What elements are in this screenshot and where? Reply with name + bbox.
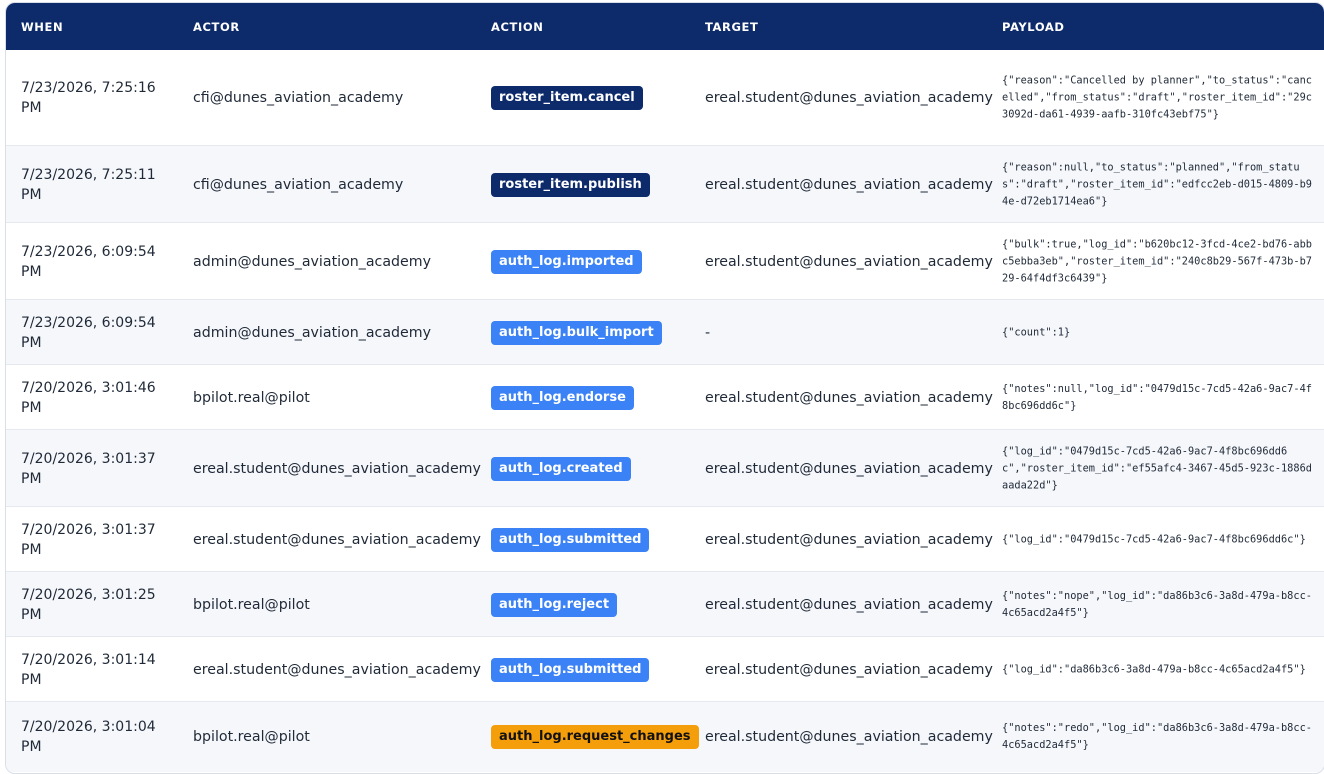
table-row[interactable]: 7/20/2026, 3:01:04 PM bpilot.real@pilot au… — [6, 701, 1324, 772]
column-header-payload[interactable]: PAYLOAD — [1002, 20, 1065, 34]
target-cell: ereal.student@dunes_aviation_academy — [705, 89, 993, 106]
table-row[interactable]: 7/23/2026, 6:09:54 PM admin@dunes_aviatio… — [6, 222, 1324, 300]
action-cell: auth_log.created — [491, 456, 631, 481]
target-cell: - — [705, 324, 711, 341]
action-cell: auth_log.endorse — [491, 385, 634, 410]
action-badge: auth_log.created — [491, 456, 631, 481]
action-cell: auth_log.bulk_import — [491, 320, 662, 345]
payload-cell: {"notes":"nope","log_id":"da86b3c6-3a8d-… — [1002, 589, 1312, 619]
action-cell: auth_log.imported — [491, 249, 642, 274]
actor-cell: cfi@dunes_aviation_academy — [193, 89, 404, 106]
action-cell: auth_log.request_changes — [491, 725, 699, 749]
when-cell: 7/23/2026, 7:25:16 PM — [21, 79, 156, 116]
action-cell: auth_log.submitted — [491, 657, 650, 682]
column-header-target[interactable]: TARGET — [705, 20, 758, 34]
action-cell: roster_item.cancel — [491, 85, 643, 110]
table-row[interactable]: 7/20/2026, 3:01:37 PM ereal.student@dunes… — [6, 429, 1324, 507]
payload-cell: {"notes":null,"log_id":"0479d15c-7cd5-42… — [1002, 382, 1312, 412]
when-cell: 7/20/2026, 3:01:46 PM — [21, 379, 156, 416]
table-row[interactable]: 7/23/2026, 7:25:16 PM cfi@dunes_aviation_… — [6, 50, 1324, 145]
table-row[interactable]: 7/23/2026, 6:09:54 PM admin@dunes_aviatio… — [6, 299, 1324, 365]
actor-cell: bpilot.real@pilot — [193, 596, 310, 613]
payload-cell: {"log_id":"0479d15c-7cd5-42a6-9ac7-4f8bc… — [1002, 533, 1306, 545]
target-cell: ereal.student@dunes_aviation_academy — [705, 460, 993, 477]
when-cell: 7/20/2026, 3:01:25 PM — [21, 586, 156, 623]
actor-cell: ereal.student@dunes_aviation_academy — [193, 661, 481, 678]
when-cell: 7/20/2026, 3:01:14 PM — [21, 651, 156, 688]
table-row[interactable]: 7/20/2026, 3:01:25 PM bpilot.real@pilot au… — [6, 571, 1324, 637]
actor-cell: bpilot.real@pilot — [193, 729, 310, 745]
payload-cell: {"reason":"Cancelled by planner","to_sta… — [1002, 74, 1312, 120]
payload-cell: {"bulk":true,"log_id":"b620bc12-3fcd-4ce… — [1002, 238, 1312, 284]
table-row[interactable]: 7/23/2026, 7:25:11 PM cfi@dunes_aviation_… — [6, 145, 1324, 223]
actor-cell: cfi@dunes_aviation_academy — [193, 176, 404, 193]
column-header-when[interactable]: WHEN — [21, 20, 63, 34]
action-badge: auth_log.submitted — [491, 527, 650, 552]
action-badge: auth_log.request_changes — [491, 725, 699, 749]
action-cell: auth_log.submitted — [491, 527, 650, 552]
column-header-actor[interactable]: ACTOR — [193, 20, 240, 34]
action-badge: auth_log.bulk_import — [491, 320, 662, 345]
when-cell: 7/23/2026, 6:09:54 PM — [21, 314, 156, 351]
payload-cell: {"count":1} — [1002, 326, 1071, 338]
table-row[interactable]: 7/20/2026, 3:01:37 PM ereal.student@dunes… — [6, 506, 1324, 572]
action-badge: auth_log.endorse — [491, 385, 634, 410]
when-cell: 7/20/2026, 3:01:04 PM — [21, 719, 156, 755]
table-row[interactable]: 7/20/2026, 3:01:46 PM bpilot.real@pilot au… — [6, 364, 1324, 430]
actor-cell: ereal.student@dunes_aviation_academy — [193, 531, 481, 548]
audit-log-table: WHEN ACTOR ACTION TARGET PAYLOAD 7/23/20… — [5, 2, 1324, 774]
action-badge: roster_item.cancel — [491, 85, 643, 110]
target-cell: ereal.student@dunes_aviation_academy — [705, 729, 993, 745]
column-header-action[interactable]: ACTION — [491, 20, 543, 34]
action-cell: auth_log.reject — [491, 592, 618, 617]
action-badge: auth_log.imported — [491, 249, 642, 274]
target-cell: ereal.student@dunes_aviation_academy — [705, 389, 993, 406]
when-cell: 7/20/2026, 3:01:37 PM — [21, 521, 156, 558]
action-cell: roster_item.publish — [491, 172, 650, 197]
table-header: WHEN ACTOR ACTION TARGET PAYLOAD — [6, 3, 1324, 50]
when-cell: 7/20/2026, 3:01:37 PM — [21, 450, 156, 487]
when-cell: 7/23/2026, 7:25:11 PM — [21, 166, 156, 203]
target-cell: ereal.student@dunes_aviation_academy — [705, 176, 993, 193]
target-cell: ereal.student@dunes_aviation_academy — [705, 253, 993, 270]
action-badge: auth_log.submitted — [491, 657, 650, 682]
payload-cell: {"notes":"redo","log_id":"da86b3c6-3a8d-… — [1002, 722, 1312, 751]
target-cell: ereal.student@dunes_aviation_academy — [705, 596, 993, 613]
payload-cell: {"reason":null,"to_status":"planned","fr… — [1002, 161, 1312, 207]
target-cell: ereal.student@dunes_aviation_academy — [705, 661, 993, 678]
actor-cell: bpilot.real@pilot — [193, 389, 310, 406]
payload-cell: {"log_id":"da86b3c6-3a8d-479a-b8cc-4c65a… — [1002, 663, 1306, 675]
actor-cell: admin@dunes_aviation_academy — [193, 324, 431, 341]
target-cell: ereal.student@dunes_aviation_academy — [705, 531, 993, 548]
actor-cell: admin@dunes_aviation_academy — [193, 253, 431, 270]
payload-cell: {"log_id":"0479d15c-7cd5-42a6-9ac7-4f8bc… — [1002, 445, 1312, 491]
action-badge: auth_log.reject — [491, 592, 618, 617]
when-cell: 7/23/2026, 6:09:54 PM — [21, 243, 156, 280]
table-row[interactable]: 7/20/2026, 3:01:14 PM ereal.student@dunes… — [6, 636, 1324, 702]
action-badge: roster_item.publish — [491, 172, 650, 197]
actor-cell: ereal.student@dunes_aviation_academy — [193, 460, 481, 477]
